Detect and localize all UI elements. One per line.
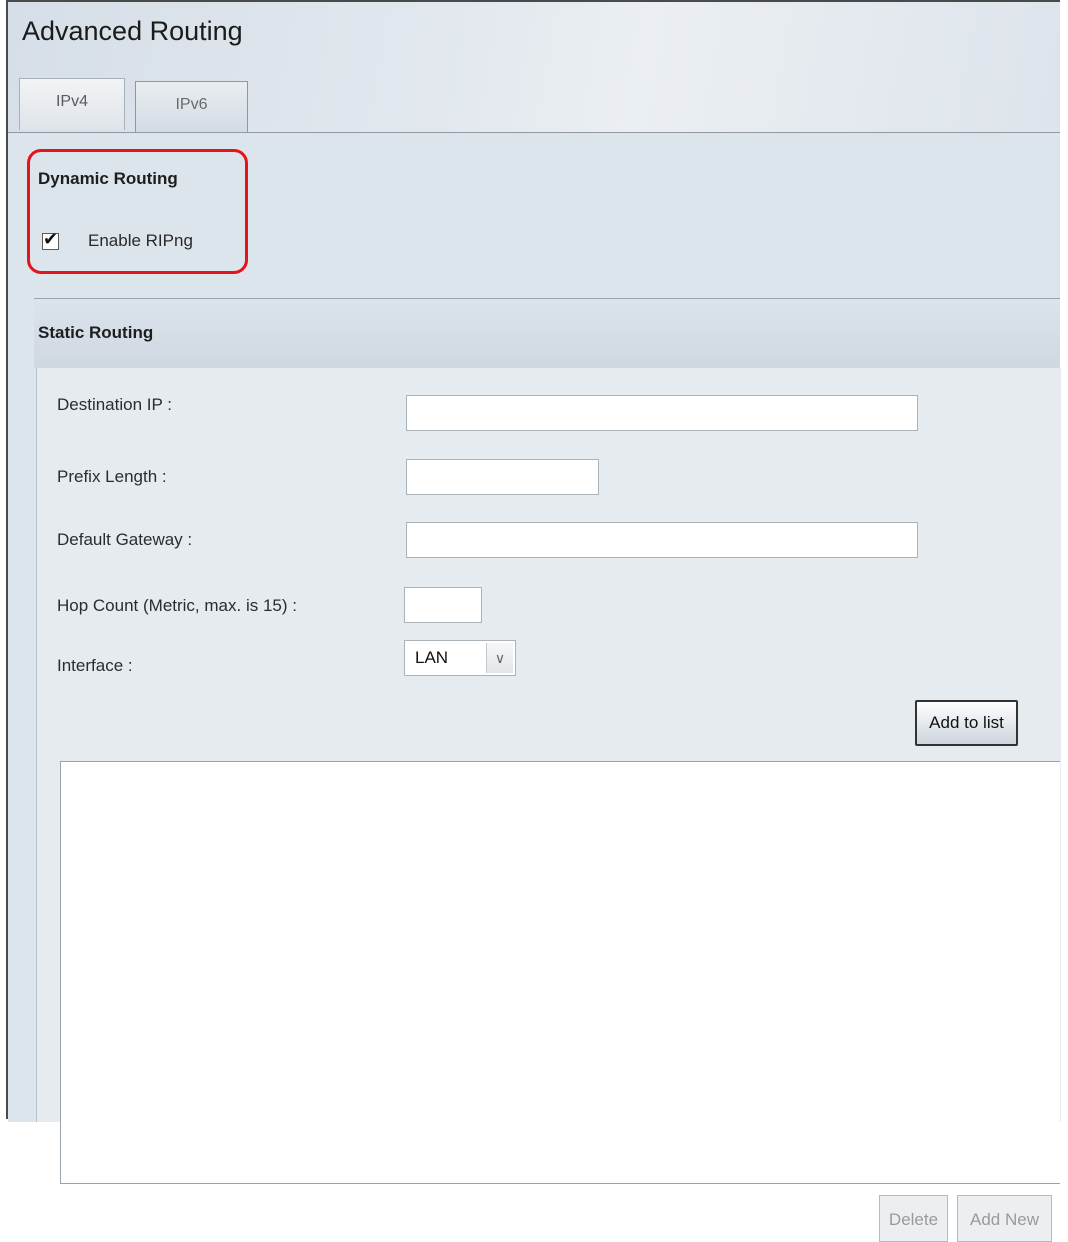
hop-count-label: Hop Count (Metric, max. is 15) : bbox=[57, 596, 297, 615]
static-routing-title: Static Routing bbox=[38, 323, 154, 342]
add-to-list-button[interactable]: Add to list bbox=[915, 700, 1018, 746]
enable-ripng-label: Enable RIPng bbox=[88, 231, 193, 250]
add-new-button[interactable]: Add New bbox=[957, 1195, 1052, 1242]
default-gateway-input[interactable] bbox=[406, 522, 918, 558]
destination-ip-label: Destination IP : bbox=[57, 395, 172, 414]
interface-select[interactable]: LAN ∨ bbox=[404, 640, 516, 676]
check-icon: ✔ bbox=[43, 229, 59, 249]
tab-ipv4[interactable]: IPv4 bbox=[19, 78, 125, 130]
app-frame: Advanced Routing IPv4 IPv6 Dynamic Routi… bbox=[6, 0, 1061, 1242]
highlight-annotation bbox=[27, 149, 248, 274]
content-panel: Dynamic Routing ✔ Enable RIPng Static Ro… bbox=[8, 132, 1061, 1242]
prefix-length-input[interactable] bbox=[406, 459, 599, 495]
static-routing-header bbox=[34, 299, 1060, 368]
interface-label: Interface : bbox=[57, 656, 133, 675]
destination-ip-input[interactable] bbox=[406, 395, 918, 431]
tab-ipv6[interactable]: IPv6 bbox=[135, 81, 248, 132]
delete-button[interactable]: Delete bbox=[879, 1195, 948, 1242]
prefix-length-label: Prefix Length : bbox=[57, 467, 167, 486]
page-title: Advanced Routing bbox=[22, 16, 243, 46]
dynamic-routing-title: Dynamic Routing bbox=[38, 169, 178, 188]
default-gateway-label: Default Gateway : bbox=[57, 530, 193, 549]
enable-ripng-checkbox[interactable]: ✔ bbox=[42, 229, 59, 250]
interface-select-value: LAN bbox=[415, 648, 449, 667]
page-header: Advanced Routing IPv4 IPv6 bbox=[8, 2, 1060, 132]
hop-count-input[interactable] bbox=[404, 587, 482, 623]
chevron-down-icon[interactable]: ∨ bbox=[486, 643, 513, 673]
static-routes-list[interactable] bbox=[60, 761, 1060, 1184]
